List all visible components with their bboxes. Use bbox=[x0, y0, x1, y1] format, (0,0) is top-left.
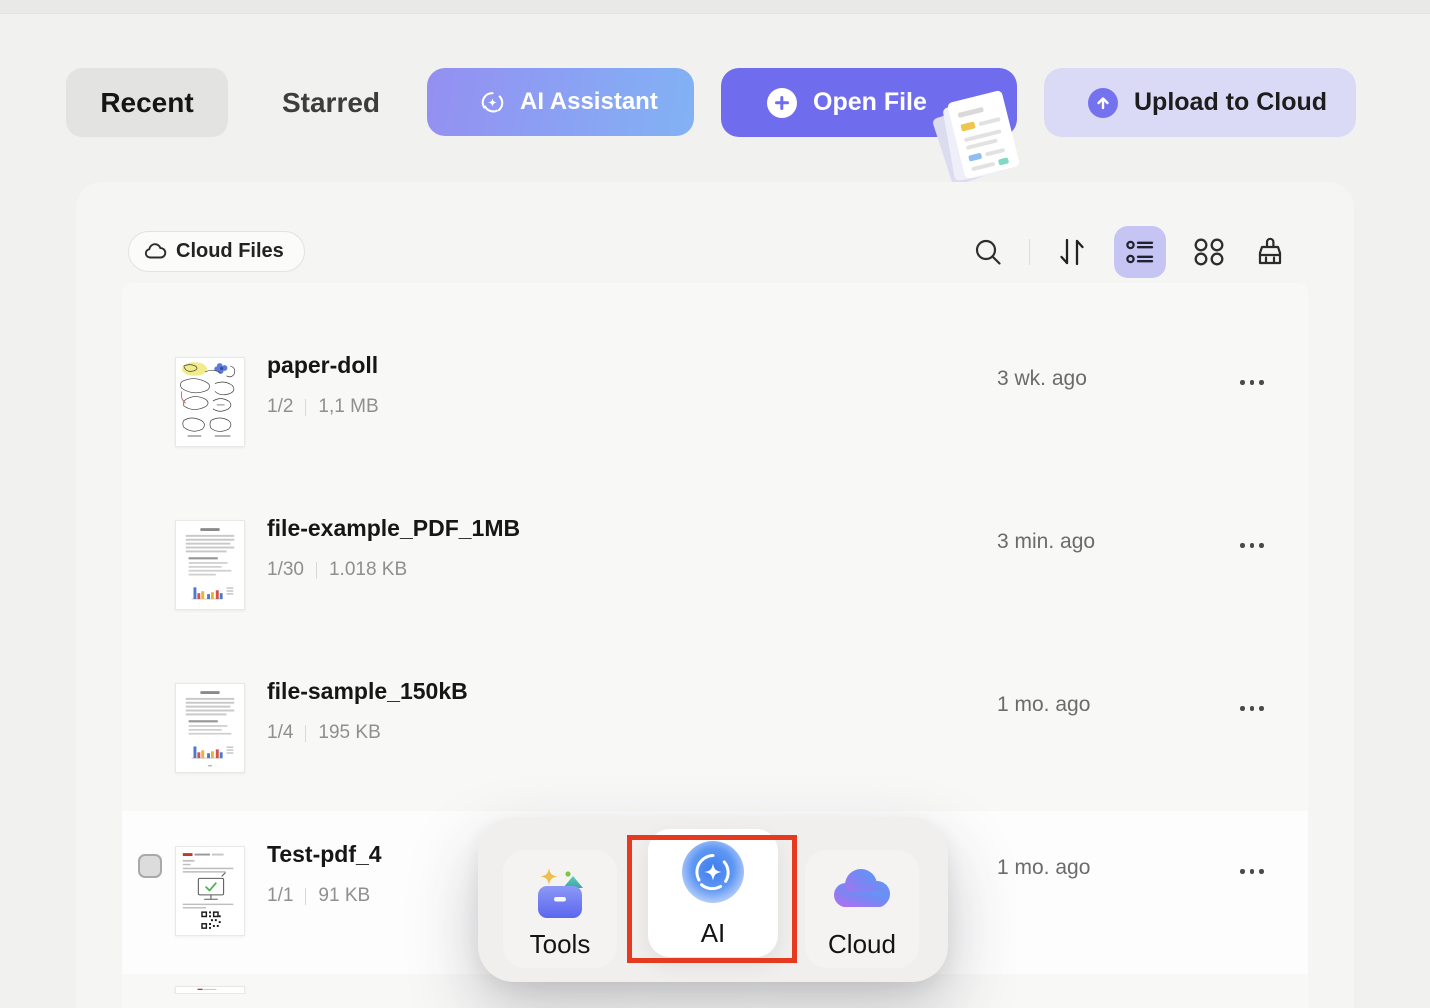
cloud-files-filter[interactable]: Cloud Files bbox=[128, 231, 305, 272]
file-thumbnail bbox=[175, 683, 245, 773]
file-modified: 3 wk. ago bbox=[997, 367, 1087, 390]
file-row-file-sample[interactable]: file-sample_150kB 1/4 195 KB 1 mo. ago bbox=[122, 648, 1308, 811]
cloud-gradient-icon bbox=[834, 869, 890, 907]
file-modified: 1 mo. ago bbox=[997, 856, 1091, 879]
upload-to-cloud-button[interactable]: Upload to Cloud bbox=[1044, 68, 1356, 137]
file-name: paper-doll bbox=[267, 352, 379, 378]
file-thumbnail bbox=[175, 520, 245, 610]
sort-icon[interactable] bbox=[1056, 235, 1088, 269]
file-row-paper-doll[interactable]: paper-doll 1/2 1,1 MB 3 wk. ago bbox=[122, 322, 1308, 485]
dock-cloud-label: Cloud bbox=[828, 929, 896, 959]
file-meta: 1/4 195 KB bbox=[267, 722, 381, 744]
dock-tools-label: Tools bbox=[529, 929, 591, 959]
row-more-menu[interactable] bbox=[1234, 374, 1270, 391]
file-size: 1.018 KB bbox=[328, 559, 408, 580]
list-view-button[interactable] bbox=[1114, 226, 1166, 278]
file-pages: 1/30 bbox=[267, 559, 304, 580]
open-file-label: Open File bbox=[813, 88, 927, 116]
tab-starred-label: Starred bbox=[281, 86, 381, 118]
row-more-menu[interactable] bbox=[1234, 700, 1270, 717]
file-meta: 1/30 1.018 KB bbox=[267, 559, 407, 581]
ai-swirl-icon bbox=[682, 841, 744, 903]
file-size: 91 KB bbox=[318, 885, 371, 906]
file-name: file-example_PDF_1MB bbox=[267, 515, 521, 541]
file-name: Test-pdf_4 bbox=[267, 841, 382, 867]
toolbox-icon bbox=[538, 868, 583, 918]
file-meta: 1/1 91 KB bbox=[267, 885, 370, 907]
file-size: 1,1 MB bbox=[318, 396, 379, 417]
upload-arrow-icon bbox=[1088, 87, 1118, 118]
file-pages: 1/1 bbox=[267, 885, 294, 906]
plus-circle-icon bbox=[767, 87, 797, 118]
window-top-strip bbox=[0, 0, 1430, 14]
file-modified: 1 mo. ago bbox=[997, 693, 1091, 716]
file-pages: 1/2 bbox=[267, 396, 294, 417]
tab-starred[interactable]: Starred bbox=[256, 68, 406, 137]
ai-assistant-label: AI Assistant bbox=[520, 88, 658, 115]
row-more-menu[interactable] bbox=[1234, 537, 1270, 554]
dock-tools-button[interactable]: Tools bbox=[503, 850, 617, 968]
file-meta: 1/2 1,1 MB bbox=[267, 396, 379, 418]
upload-to-cloud-label: Upload to Cloud bbox=[1134, 88, 1328, 116]
toolbar-divider bbox=[1029, 239, 1030, 265]
open-file-button[interactable]: Open File bbox=[721, 68, 1020, 185]
tab-recent-label: Recent bbox=[100, 86, 194, 118]
file-thumbnail bbox=[175, 357, 245, 447]
dock-ai-button[interactable]: AI bbox=[648, 829, 778, 957]
cloud-files-label: Cloud Files bbox=[176, 240, 284, 262]
file-row-file-example[interactable]: file-example_PDF_1MB 1/30 1.018 KB 3 min.… bbox=[122, 485, 1308, 648]
list-toolbar bbox=[973, 224, 1288, 280]
ai-assistant-button[interactable]: AI Assistant bbox=[427, 68, 694, 136]
cloud-icon bbox=[144, 242, 167, 258]
dock-ai-label: AI bbox=[700, 918, 726, 948]
file-name: file-sample_150kB bbox=[267, 678, 468, 704]
list-view-icon bbox=[1126, 240, 1154, 264]
search-icon[interactable] bbox=[973, 237, 1003, 267]
file-pages: 1/4 bbox=[267, 722, 294, 743]
file-size: 195 KB bbox=[318, 722, 381, 743]
tab-recent[interactable]: Recent bbox=[66, 68, 228, 137]
file-thumbnail bbox=[175, 846, 245, 936]
grid-view-icon[interactable] bbox=[1192, 237, 1226, 267]
file-thumbnail bbox=[175, 986, 245, 994]
dock-cloud-button[interactable]: Cloud bbox=[805, 850, 919, 968]
row-more-menu[interactable] bbox=[1234, 863, 1270, 880]
quick-access-dock: Tools AI Cloud bbox=[478, 818, 948, 982]
file-modified: 3 min. ago bbox=[997, 530, 1096, 553]
ai-swirl-icon bbox=[481, 91, 504, 112]
clean-icon[interactable] bbox=[1252, 234, 1288, 270]
row-checkbox[interactable] bbox=[138, 854, 162, 878]
